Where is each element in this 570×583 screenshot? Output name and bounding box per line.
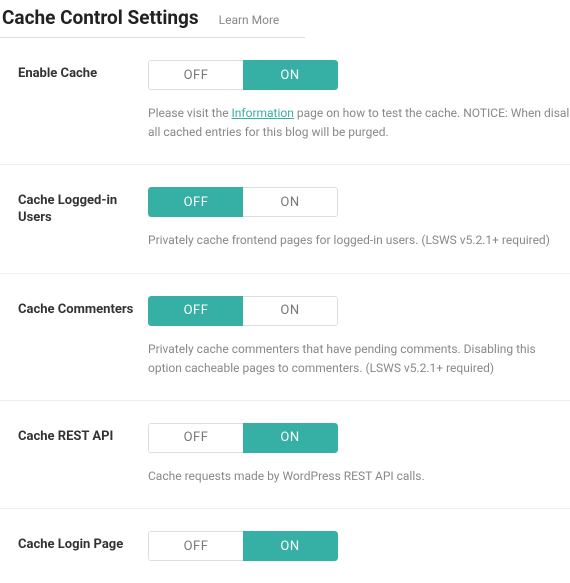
label-logged-in: Cache Logged-in Users	[18, 193, 148, 227]
toggle-on[interactable]: ON	[243, 296, 338, 326]
row-enable-cache: Enable Cache OFF ON Please visit the Inf…	[0, 38, 570, 165]
label-commenters: Cache Commenters	[18, 302, 148, 319]
toggle-off[interactable]: OFF	[148, 60, 243, 90]
row-login-page: Cache Login Page OFF ON	[0, 509, 570, 583]
toggle-login-page: OFF ON	[148, 531, 338, 561]
row-logged-in: Cache Logged-in Users OFF ON Privately c…	[0, 165, 570, 273]
label-rest-api: Cache REST API	[18, 429, 148, 446]
settings-table: Enable Cache OFF ON Please visit the Inf…	[0, 38, 570, 583]
toggle-on[interactable]: ON	[243, 187, 338, 217]
toggle-enable-cache: OFF ON	[148, 60, 338, 90]
label-login-page: Cache Login Page	[18, 537, 148, 554]
toggle-on[interactable]: ON	[243, 531, 338, 561]
toggle-off[interactable]: OFF	[148, 423, 243, 453]
information-link[interactable]: Information	[232, 106, 294, 120]
label-enable-cache: Enable Cache	[18, 66, 148, 83]
desc-logged-in: Privately cache frontend pages for logge…	[148, 231, 570, 250]
toggle-commenters: OFF ON	[148, 296, 338, 326]
learn-more-link[interactable]: Learn More	[219, 13, 280, 27]
toggle-off[interactable]: OFF	[148, 296, 243, 326]
toggle-logged-in: OFF ON	[148, 187, 338, 217]
toggle-on[interactable]: ON	[243, 60, 338, 90]
toggle-off[interactable]: OFF	[148, 531, 243, 561]
desc-enable-cache: Please visit the Information page on how…	[148, 104, 570, 142]
desc-commenters: Privately cache commenters that have pen…	[148, 340, 570, 378]
toggle-off[interactable]: OFF	[148, 187, 243, 217]
page-title: Cache Control Settings	[2, 6, 199, 29]
desc-rest-api: Cache requests made by WordPress REST AP…	[148, 467, 570, 486]
toggle-rest-api: OFF ON	[148, 423, 338, 453]
row-commenters: Cache Commenters OFF ON Privately cache …	[0, 274, 570, 401]
row-rest-api: Cache REST API OFF ON Cache requests mad…	[0, 401, 570, 509]
toggle-on[interactable]: ON	[243, 423, 338, 453]
settings-header: Cache Control Settings Learn More	[0, 0, 305, 38]
